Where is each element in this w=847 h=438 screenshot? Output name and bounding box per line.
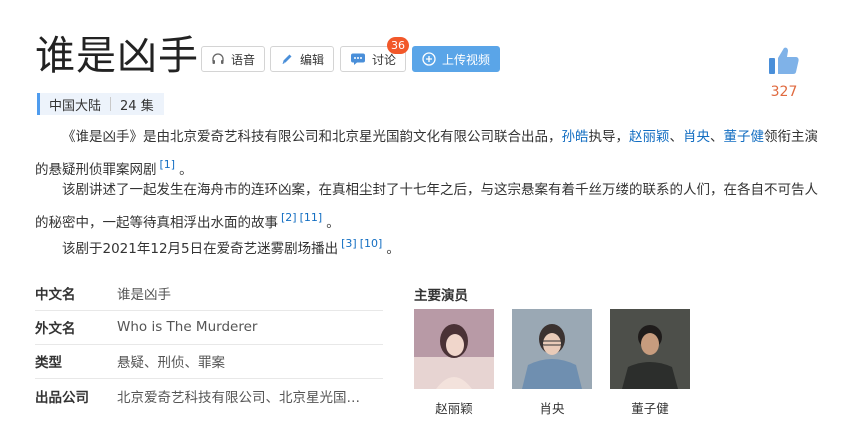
actor-link-xiao-yang[interactable]: 肖央 [683,129,710,145]
intro-paragraph-3: 该剧于2021年12月5日在爱奇艺迷雾剧场播出 [3] [10]。 [35,230,825,263]
info-value: 北京爱奇艺科技有限公司、北京星光国… [117,390,360,406]
reference-link[interactable]: [11] [300,211,323,224]
info-row-chinese-name: 中文名 谁是凶手 [35,276,383,311]
info-row-foreign-name: 外文名 Who is The Murderer [35,310,383,345]
episodes-tag: 24 集 [120,98,154,114]
intro-text: 执导， [588,129,630,145]
cast-card[interactable]: 赵丽颖 [414,309,494,417]
actor-link-dong-zijian[interactable]: 董子健 [724,129,765,145]
cast-card[interactable]: 肖央 [512,309,592,417]
cast-section-title: 主要演员 [414,288,468,304]
info-row-genre: 类型 悬疑、刑侦、罪案 [35,344,383,379]
edit-button[interactable]: 编辑 [270,46,335,72]
actor-link-zhao-liying[interactable]: 赵丽颖 [629,129,670,145]
actor-name[interactable]: 赵丽颖 [414,398,494,417]
intro-text: 《谁是凶手》是由北京爱奇艺科技有限公司和北京星光国韵文化有限公司联合出品， [62,129,562,145]
voice-label: 语音 [231,52,256,67]
headphones-icon [211,52,225,66]
info-key: 类型 [35,355,62,371]
info-value: 谁是凶手 [117,287,171,303]
intro-text: 。 [326,215,340,231]
intro-paragraph-1: 《谁是凶手》是由北京爱奇艺科技有限公司和北京星光国韵文化有限公司联合出品，孙皓执… [35,124,825,184]
edit-label: 编辑 [300,52,325,67]
actor-name[interactable]: 肖央 [512,398,592,417]
chat-icon [350,52,366,66]
reference-link[interactable]: [10] [360,237,383,250]
page-title: 谁是凶手 [35,33,199,79]
intro-text: 该剧讲述了一起发生在海舟市的连环凶案，在真相尘封了十七年之后，与这宗悬案有着千丝… [35,182,818,231]
info-value: Who is The Murderer [117,319,258,335]
region-tag: 中国大陆 [49,98,102,114]
info-key: 中文名 [35,287,76,303]
plus-circle-icon [422,52,436,66]
voice-button[interactable]: 语音 [201,46,266,72]
upload-video-label: 上传视频 [442,52,491,67]
intro-text: 。 [179,162,193,178]
intro-text: 、 [710,129,724,145]
cast-card[interactable]: 董子健 [610,309,690,417]
reference-link[interactable]: [1] [160,158,176,171]
intro-text: 、 [669,129,684,145]
tag-divider [110,97,112,111]
actor-photo[interactable] [512,309,592,389]
info-value: 悬疑、刑侦、罪案 [117,355,225,371]
pencil-icon [280,52,294,66]
like-button[interactable] [767,45,801,81]
tag-bar: 中国大陆 24 集 [37,93,164,115]
info-row-production-company: 出品公司 北京爱奇艺科技有限公司、北京星光国… [35,379,383,413]
actor-name[interactable]: 董子健 [610,398,690,417]
upload-video-button[interactable]: 上传视频 [412,46,501,72]
like-count: 327 [770,84,798,100]
thumbs-up-icon [767,47,801,81]
info-key: 出品公司 [35,390,89,406]
director-link[interactable]: 孙皓 [562,129,589,145]
actor-photo[interactable] [414,309,494,389]
reference-link[interactable]: [3] [341,237,357,250]
discuss-count-badge: 36 [387,37,409,54]
intro-paragraph-2: 该剧讲述了一起发生在海舟市的连环凶案，在真相尘封了十七年之后，与这宗悬案有着千丝… [35,177,825,237]
info-key: 外文名 [35,321,76,337]
reference-link[interactable]: [2] [281,211,297,224]
actor-photo[interactable] [610,309,690,389]
intro-text: 该剧于2021年12月5日在爱奇艺迷雾剧场播出 [62,241,339,257]
intro-text: 。 [386,241,400,257]
